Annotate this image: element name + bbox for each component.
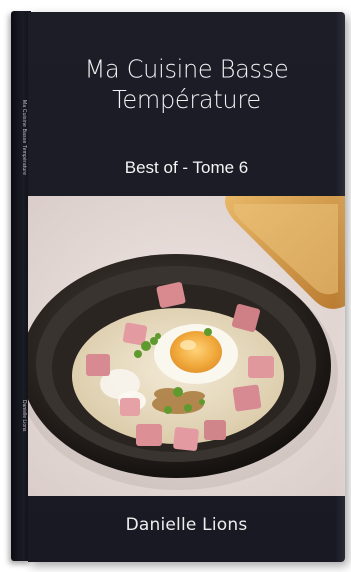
book-title: Ma Cuisine Basse Température [28,55,345,116]
dish-photo-illustration [28,196,345,496]
spine-author: Danielle Lions [21,400,27,432]
egg [154,324,238,384]
book-cover: Ma Cuisine Basse Température Best of - T… [28,12,345,562]
book-subtitle: Best of - Tome 6 [124,158,249,177]
book-mockup: Ma Cuisine Basse Température Danielle Li… [0,0,351,572]
book-title-line-1: Ma Cuisine Basse [84,54,289,84]
book-author: Danielle Lions [125,515,248,535]
cover-photo [28,196,345,496]
book-title-line-2: Température [112,85,261,115]
spine-title: Ma Cuisine Basse Température [21,100,27,176]
